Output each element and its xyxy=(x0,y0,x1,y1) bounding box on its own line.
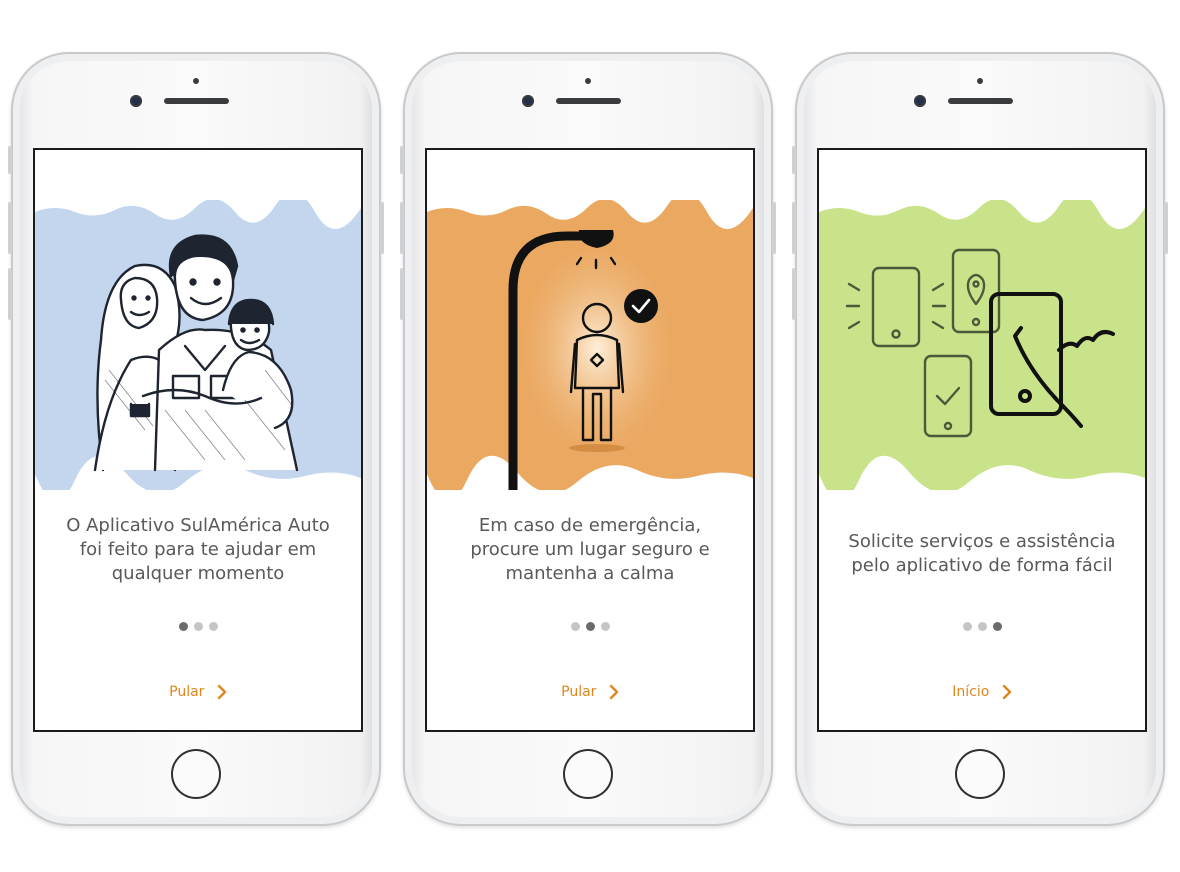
skip-button[interactable]: Pular xyxy=(35,684,361,700)
page-dot-1 xyxy=(178,622,188,631)
chevron-right-icon xyxy=(1002,684,1011,700)
home-button[interactable] xyxy=(955,749,1005,799)
page-dot-1 xyxy=(962,622,972,631)
family-illustration xyxy=(35,200,361,490)
page-indicator xyxy=(819,616,1145,635)
start-button[interactable]: Início xyxy=(819,684,1145,700)
onboarding-caption: O Aplicativo SulAmérica Auto foi feito p… xyxy=(66,515,330,584)
volume-down-button xyxy=(792,268,796,320)
volume-up-button xyxy=(792,202,796,254)
volume-up-button xyxy=(8,202,12,254)
page-dot-2 xyxy=(193,622,203,631)
volume-down-button xyxy=(400,268,404,320)
power-button xyxy=(380,202,384,254)
page-indicator xyxy=(427,616,753,635)
page-dot-3 xyxy=(992,622,1002,631)
page-dot-2 xyxy=(585,622,595,631)
onboarding-screen-2: Em caso de emergência, procure um lugar … xyxy=(425,148,755,732)
phone-2: Em caso de emergência, procure um lugar … xyxy=(400,52,776,826)
proximity-sensor xyxy=(193,78,199,84)
onboarding-caption: Solicite serviços e assistência pelo apl… xyxy=(848,531,1116,576)
volume-up-button xyxy=(400,202,404,254)
start-label: Início xyxy=(952,684,990,700)
power-button xyxy=(772,202,776,254)
skip-label: Pular xyxy=(561,684,597,700)
chevron-right-icon xyxy=(609,684,619,700)
smartphones-icon xyxy=(819,200,1145,490)
street-lamp-person-icon xyxy=(427,200,753,490)
home-button[interactable] xyxy=(171,749,221,799)
phone-1: O Aplicativo SulAmérica Auto foi feito p… xyxy=(8,52,384,826)
front-camera xyxy=(130,95,142,107)
front-camera xyxy=(914,95,926,107)
mute-switch xyxy=(400,146,404,174)
proximity-sensor xyxy=(977,78,983,84)
power-button xyxy=(1164,202,1168,254)
volume-down-button xyxy=(8,268,12,320)
phone-3: Solicite serviços e assistência pelo apl… xyxy=(792,52,1168,826)
mute-switch xyxy=(8,146,12,174)
front-camera xyxy=(522,95,534,107)
earpiece-speaker xyxy=(164,98,229,104)
earpiece-speaker xyxy=(556,98,621,104)
skip-button[interactable]: Pular xyxy=(427,684,753,700)
onboarding-caption: Em caso de emergência, procure um lugar … xyxy=(470,515,710,584)
page-dot-3 xyxy=(600,622,610,631)
page-dot-1 xyxy=(570,622,580,631)
page-dot-2 xyxy=(977,622,987,631)
earpiece-speaker xyxy=(948,98,1013,104)
page-dot-3 xyxy=(208,622,218,631)
home-button[interactable] xyxy=(563,749,613,799)
mute-switch xyxy=(792,146,796,174)
onboarding-screen-1: O Aplicativo SulAmérica Auto foi feito p… xyxy=(33,148,363,732)
onboarding-screen-3: Solicite serviços e assistência pelo apl… xyxy=(817,148,1147,732)
skip-label: Pular xyxy=(169,684,205,700)
chevron-right-icon xyxy=(217,684,227,700)
proximity-sensor xyxy=(585,78,591,84)
page-indicator xyxy=(35,616,361,635)
